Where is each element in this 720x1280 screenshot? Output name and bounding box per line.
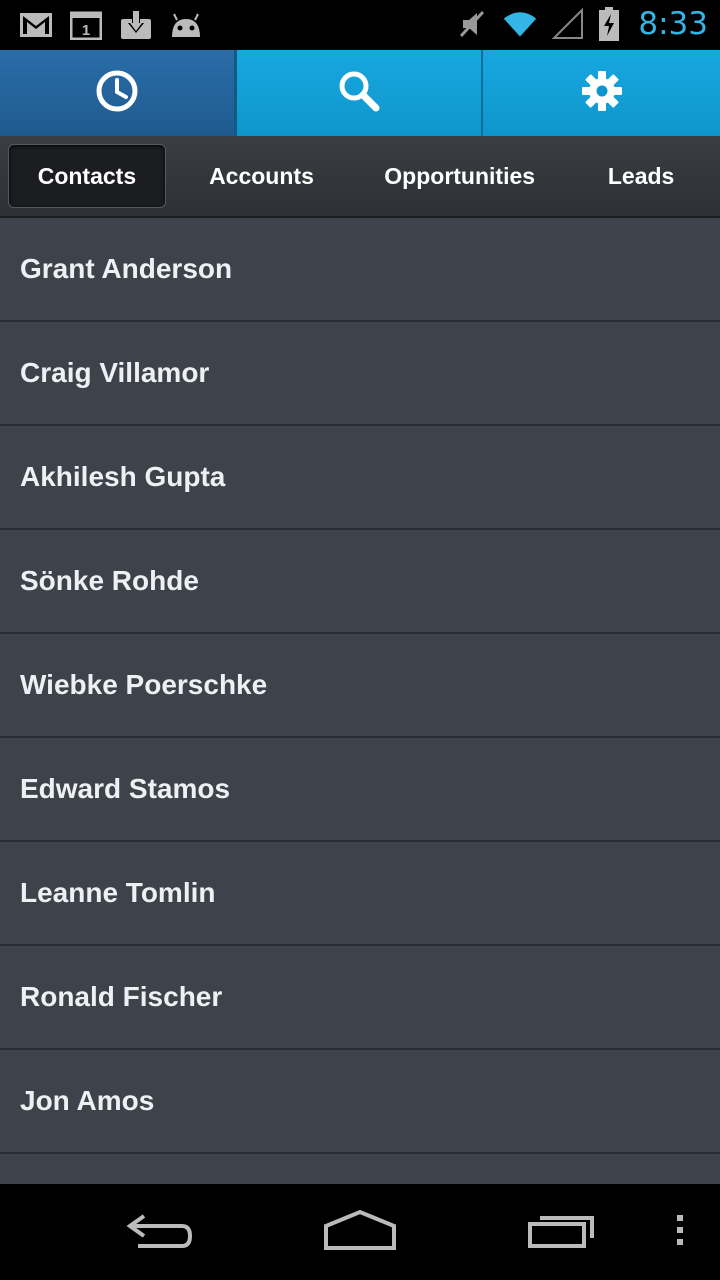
home-icon	[322, 1208, 398, 1257]
gear-icon	[581, 70, 623, 117]
battery-charging-icon	[598, 7, 620, 41]
tab-accounts[interactable]: Accounts	[166, 145, 357, 207]
list-item[interactable]: Jon Amos	[0, 1050, 720, 1154]
recents-icon	[526, 1210, 598, 1255]
list-item[interactable]: Wiebke Poerschke	[0, 634, 720, 738]
contact-name: Leanne Tomlin	[20, 877, 216, 908]
contact-name: Akhilesh Gupta	[20, 461, 226, 492]
recents-button[interactable]	[512, 1202, 612, 1262]
tab-bar: Contacts Accounts Opportunities Leads	[0, 136, 720, 216]
list-item[interactable]: Sönke Rohde	[0, 530, 720, 634]
status-bar: 1 8:33	[0, 0, 720, 50]
contact-name: Edward Stamos	[20, 773, 231, 804]
list-item[interactable]: Grant Anderson	[0, 218, 720, 322]
back-icon	[124, 1210, 196, 1255]
search-icon	[337, 69, 381, 118]
list-item[interactable]: Ronald Fischer	[0, 946, 720, 1050]
calendar-icon: 1	[68, 8, 104, 42]
action-bar	[0, 50, 720, 136]
list-item[interactable]	[0, 1154, 720, 1184]
list-item[interactable]: Craig Villamor	[0, 322, 720, 426]
settings-button[interactable]	[483, 50, 720, 136]
navigation-bar	[0, 1184, 720, 1280]
signal-icon	[550, 7, 586, 41]
clock: 8:33	[638, 6, 708, 42]
contact-name: Ronald Fischer	[20, 981, 223, 1012]
calendar-day: 1	[82, 22, 90, 39]
tab-opportunities[interactable]: Opportunities	[357, 145, 562, 207]
contact-name: Wiebke Poerschke	[20, 669, 268, 700]
contact-name: Sönke Rohde	[20, 565, 199, 596]
list-item[interactable]: Edward Stamos	[0, 738, 720, 842]
gmail-icon	[18, 8, 54, 42]
back-button[interactable]	[110, 1202, 210, 1262]
contact-name: Craig Villamor	[20, 357, 210, 388]
contact-list: Grant Anderson Craig Villamor Akhilesh G…	[0, 218, 720, 1184]
download-icon	[118, 8, 154, 42]
contact-name: Grant Anderson	[20, 253, 233, 284]
android-icon	[168, 8, 204, 42]
menu-button[interactable]	[660, 1202, 700, 1262]
home-button[interactable]	[310, 1202, 410, 1262]
history-icon	[95, 69, 139, 118]
tab-leads[interactable]: Leads	[562, 145, 720, 207]
tab-contacts[interactable]: Contacts	[8, 144, 166, 208]
list-item[interactable]: Leanne Tomlin	[0, 842, 720, 946]
history-button[interactable]	[0, 50, 237, 136]
contact-name: Jon Amos	[20, 1085, 155, 1116]
menu-icon	[675, 1213, 685, 1252]
mute-icon	[454, 7, 490, 41]
wifi-icon	[502, 7, 538, 41]
list-item[interactable]: Akhilesh Gupta	[0, 426, 720, 530]
search-button[interactable]	[237, 50, 483, 136]
